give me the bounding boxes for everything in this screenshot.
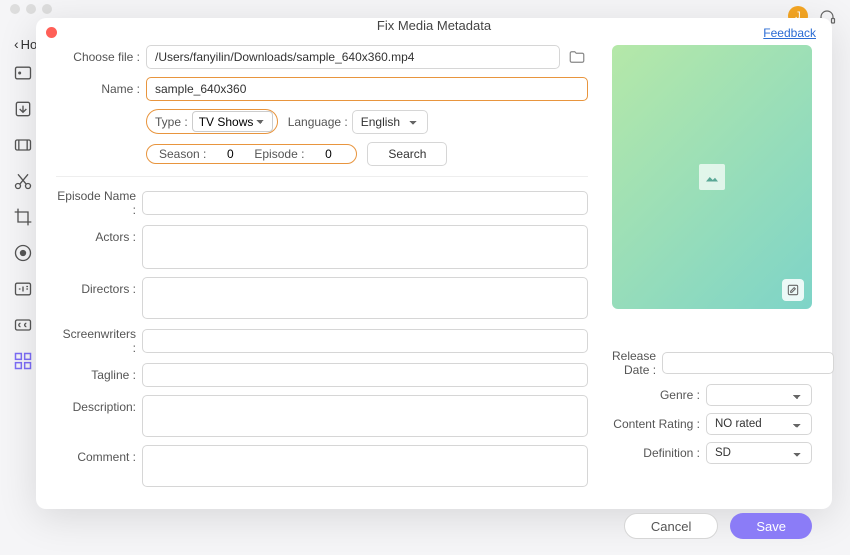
divider <box>56 176 588 177</box>
fix-metadata-modal: Fix Media Metadata Feedback Choose file … <box>36 18 832 509</box>
actors-label: Actors : <box>56 225 142 244</box>
definition-label: Definition : <box>612 446 706 460</box>
actors-input[interactable] <box>142 225 588 269</box>
cancel-button[interactable]: Cancel <box>624 513 718 539</box>
chevron-left-icon: ‹ <box>14 36 19 52</box>
definition-select[interactable]: SD <box>706 442 812 464</box>
modal-footer: Cancel Save <box>36 503 832 555</box>
screenwriters-label: Screenwriters : <box>56 327 142 355</box>
directors-label: Directors : <box>56 277 142 296</box>
content-rating-label: Content Rating : <box>612 417 706 431</box>
type-select[interactable]: TV Shows <box>192 111 273 132</box>
sidebar-item-2[interactable] <box>12 98 34 120</box>
back-label: Ho <box>21 37 38 52</box>
language-label: Language : <box>288 115 348 129</box>
directors-input[interactable] <box>142 277 588 319</box>
episode-input[interactable] <box>312 147 344 161</box>
release-date-label: Release Date : <box>612 349 662 377</box>
window-traffic-lights <box>10 4 52 14</box>
search-button[interactable]: Search <box>367 142 447 166</box>
episode-label: Episode : <box>254 147 304 161</box>
name-input[interactable] <box>146 77 588 101</box>
language-select[interactable]: English <box>352 110 428 134</box>
traffic-dot <box>10 4 20 14</box>
episode-name-label: Episode Name : <box>56 189 142 217</box>
comment-input[interactable] <box>142 445 588 487</box>
save-button[interactable]: Save <box>730 513 812 539</box>
tagline-input[interactable] <box>142 363 588 387</box>
cover-preview <box>612 45 812 309</box>
edit-cover-button[interactable] <box>782 279 804 301</box>
description-label: Description: <box>56 395 142 414</box>
sidebar-item-crop[interactable] <box>12 206 34 228</box>
content-rating-select[interactable]: NO rated <box>706 413 812 435</box>
sidebar-item-cut[interactable] <box>12 170 34 192</box>
season-input[interactable] <box>214 147 246 161</box>
release-date-input[interactable] <box>662 352 834 374</box>
season-episode-group: Season : Episode : <box>146 144 357 164</box>
choose-file-input[interactable] <box>146 45 560 69</box>
name-label: Name : <box>56 82 146 96</box>
genre-label: Genre : <box>612 388 706 402</box>
folder-icon[interactable] <box>566 46 588 68</box>
image-placeholder-icon <box>699 164 725 190</box>
sidebar-item-gif[interactable] <box>12 278 34 300</box>
episode-name-input[interactable] <box>142 191 588 215</box>
type-group: Type : TV Shows <box>146 109 278 134</box>
back-home[interactable]: ‹ Ho <box>14 36 37 52</box>
modal-header: Fix Media Metadata Feedback <box>36 18 832 33</box>
feedback-link[interactable]: Feedback <box>763 26 816 40</box>
sidebar-item-1[interactable] <box>12 62 34 84</box>
type-label: Type : <box>155 115 188 129</box>
sidebar-item-3[interactable] <box>12 134 34 156</box>
screenwriters-input[interactable] <box>142 329 588 353</box>
traffic-dot <box>42 4 52 14</box>
genre-select[interactable] <box>706 384 812 406</box>
close-icon[interactable] <box>46 27 57 38</box>
season-label: Season : <box>159 147 206 161</box>
choose-file-label: Choose file : <box>56 50 146 64</box>
modal-title: Fix Media Metadata <box>377 18 491 33</box>
sidebar-item-cc[interactable] <box>12 314 34 336</box>
sidebar-item-record[interactable] <box>12 242 34 264</box>
traffic-dot <box>26 4 36 14</box>
tagline-label: Tagline : <box>56 368 142 382</box>
comment-label: Comment : <box>56 445 142 464</box>
description-input[interactable] <box>142 395 588 437</box>
sidebar-item-metadata[interactable] <box>12 350 34 372</box>
